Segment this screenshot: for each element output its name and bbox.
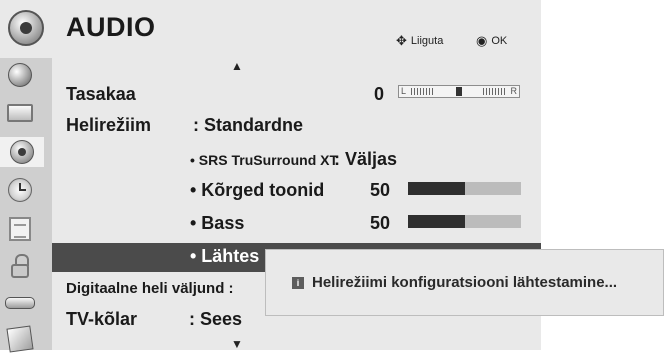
sidebar-item-globe[interactable] — [4, 60, 36, 90]
sidebar-item-options[interactable] — [4, 214, 36, 244]
sidebar-item-time[interactable] — [4, 175, 36, 205]
balance-value: 0 — [374, 84, 385, 104]
balance-right-label: R — [510, 86, 518, 96]
balance-center-marker — [456, 87, 462, 96]
sidebar-item-lock[interactable] — [4, 251, 36, 281]
scroll-down-arrow[interactable]: ▼ — [231, 337, 243, 351]
reset-label[interactable]: • Lähtes — [190, 246, 259, 267]
audio-disc-icon — [8, 10, 44, 46]
srs-label[interactable]: • SRS TruSurround XT — [190, 152, 338, 168]
ok-hint: ◉ OK — [476, 33, 507, 49]
popup-message: Helirežiimi konfiguratsiooni lähtestamin… — [312, 274, 618, 291]
clock-icon — [8, 178, 32, 202]
sidebar — [0, 58, 52, 353]
treble-label[interactable]: • Kõrged toonid — [190, 180, 324, 201]
balance-left-label: L — [401, 86, 407, 96]
sidebar-item-picture[interactable] — [4, 98, 36, 128]
audio-disc-icon — [10, 140, 34, 164]
plug-icon — [5, 297, 35, 309]
move-hint: ✥ Liiguta — [396, 33, 443, 49]
ok-hint-label: OK — [491, 35, 508, 47]
sound-mode-label[interactable]: Helirežiim — [66, 115, 151, 136]
treble-level-fill — [408, 182, 465, 195]
scroll-up-arrow[interactable]: ▲ — [231, 59, 243, 73]
move-hint-label: Liiguta — [410, 35, 444, 47]
lock-icon — [11, 254, 29, 278]
monitor-icon — [7, 104, 33, 122]
reset-message-popup: i Helirežiimi konfiguratsiooni lähtestam… — [265, 249, 664, 316]
sound-mode-value: : Standardne — [193, 115, 304, 135]
treble-value: 50 — [370, 180, 391, 200]
bass-value: 50 — [370, 213, 391, 233]
tv-speaker-value: : Sees — [189, 309, 243, 329]
balance-label[interactable]: Tasakaa — [66, 84, 136, 105]
ok-dot-icon: ◉ — [476, 33, 488, 48]
calendar-icon — [9, 217, 31, 241]
photo-icon — [6, 325, 34, 353]
tv-speaker-label[interactable]: TV-kõlar — [66, 309, 137, 330]
move-arrows-icon: ✥ — [396, 33, 407, 48]
srs-value: : Väljas — [334, 149, 398, 169]
page-title: AUDIO — [66, 12, 156, 42]
bass-level-bar[interactable] — [408, 215, 521, 228]
sidebar-item-input[interactable] — [4, 288, 36, 318]
info-icon: i — [292, 276, 304, 289]
bass-level-fill — [408, 215, 465, 228]
balance-slider[interactable]: L R — [398, 85, 520, 98]
treble-level-bar[interactable] — [408, 182, 521, 195]
digital-out-label[interactable]: Digitaalne heli väljund : — [66, 280, 234, 297]
sidebar-item-audio[interactable] — [0, 137, 44, 167]
bass-label[interactable]: • Bass — [190, 213, 244, 234]
globe-icon — [8, 63, 32, 87]
